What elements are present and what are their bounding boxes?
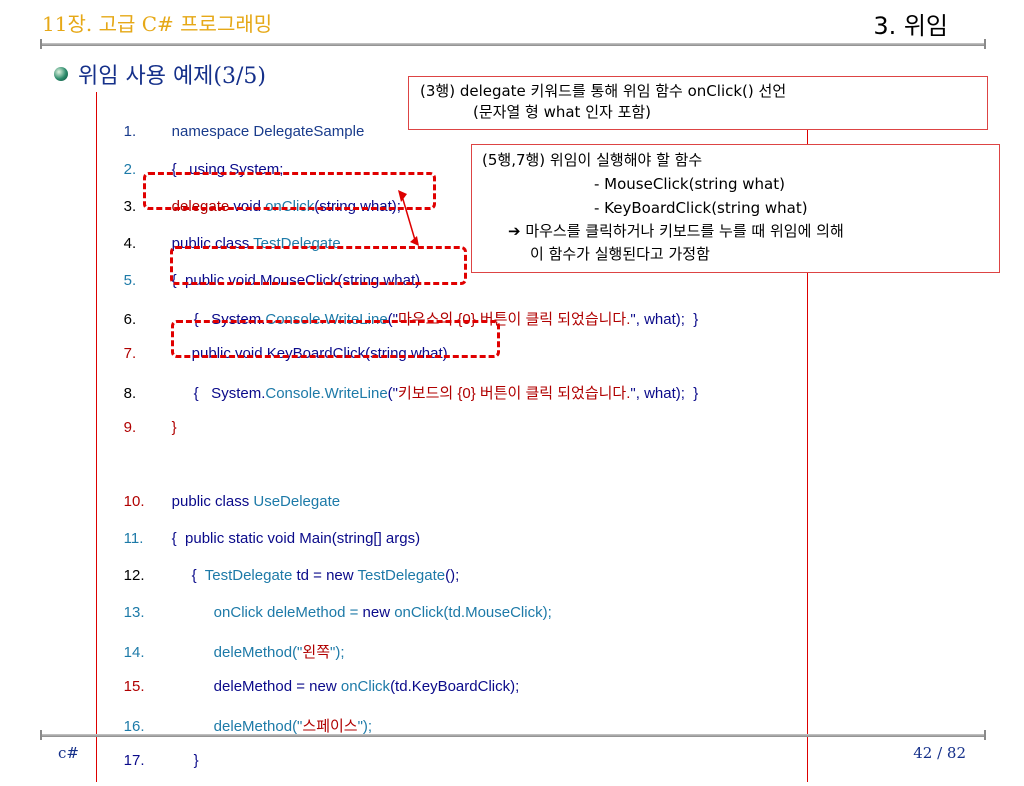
code-text: td = xyxy=(292,567,327,584)
line-number: 17. xyxy=(123,752,145,769)
identifier: TestDelegate xyxy=(204,567,293,584)
footer-course: c# xyxy=(58,744,79,762)
annotation-line: 이 함수가 실행된다고 가정함 xyxy=(530,245,710,263)
keyword: new xyxy=(362,604,391,621)
code-text: public class xyxy=(171,493,254,510)
code-line: 8. { System.Console.WriteLine("키보드의 {0} 버… xyxy=(107,365,699,420)
keyword: new xyxy=(309,678,337,695)
annotation-line: (5행,7행) 위임이 실행해야 할 함수 xyxy=(482,151,703,169)
line-number: 11. xyxy=(123,530,144,547)
arrow-connector xyxy=(398,190,419,246)
line-number: 10. xyxy=(123,493,145,510)
line-number: 6. xyxy=(123,311,137,328)
line-number: 16. xyxy=(123,718,145,735)
string-literal: 왼쪽 xyxy=(302,644,330,661)
code-text: (td.MouseClick); xyxy=(443,604,552,621)
string-literal: 키보드의 {0} 버튼이 클릭 되었습니다. xyxy=(398,385,631,402)
code-text: namespace DelegateSample xyxy=(171,123,365,140)
divider-tick-left xyxy=(40,730,42,740)
line-number: 7. xyxy=(123,345,137,362)
code-text: ", what); } xyxy=(630,385,699,402)
slide-subtitle: 위임 사용 예제(3/5) xyxy=(54,58,266,90)
section-title: 3. 위임 xyxy=(873,12,948,40)
code-text: deleMethod(" xyxy=(213,718,303,735)
annotation-line: - KeyBoardClick(string what) xyxy=(594,199,808,217)
identifier: UseDelegate xyxy=(253,493,341,510)
identifier: TestDelegate xyxy=(353,567,446,584)
code-text: } xyxy=(193,752,199,769)
annotation-line: ➔ 마우스를 클릭하거나 키보드를 누를 때 위임에 의해 xyxy=(508,222,844,240)
subtitle-text: 위임 사용 예제(3/5) xyxy=(78,64,266,89)
code-text: (); xyxy=(445,567,460,584)
code-text: deleMethod(" xyxy=(213,644,303,661)
line-number: 4. xyxy=(123,235,137,252)
line-number: 5. xyxy=(123,272,137,289)
code-text: (td.KeyBoardClick); xyxy=(390,678,520,695)
line-number: 14. xyxy=(123,644,145,661)
code-line: 9.} xyxy=(107,402,177,453)
chapter-title: 11장. 고급 C# 프로그래밍 xyxy=(42,12,273,36)
code-text: (" xyxy=(387,385,398,402)
code-text: { xyxy=(191,567,205,584)
code-text: "); xyxy=(357,718,373,735)
line-number: 12. xyxy=(123,567,145,584)
code-text: { System. xyxy=(193,385,266,402)
string-literal: 스페이스 xyxy=(302,718,358,735)
footer-divider xyxy=(40,734,986,737)
code-text: { public static void Main(string[] args) xyxy=(171,530,421,547)
divider-tick-right xyxy=(984,730,986,740)
line-number: 8. xyxy=(123,385,137,402)
code-text: ", what); } xyxy=(630,311,699,328)
annotation-line: - MouseClick(string what) xyxy=(594,175,785,193)
line-number: 15. xyxy=(123,678,145,695)
code-text: } xyxy=(171,419,177,436)
code-text: onClick deleMethod = xyxy=(213,604,363,621)
identifier: Console.WriteLine xyxy=(265,385,388,402)
keyword: new xyxy=(326,567,354,584)
divider-tick-right xyxy=(984,39,986,49)
annotation-box-functions: (5행,7행) 위임이 실행해야 할 함수 - MouseClick(strin… xyxy=(471,144,1000,273)
header-divider xyxy=(40,43,986,46)
annotation-box-delegate: (3행) delegate 키워드를 통해 위임 함수 onClick() 선언… xyxy=(408,76,988,130)
bullet-icon xyxy=(54,67,68,81)
highlight-delegate-decl xyxy=(143,172,436,210)
code-text: "); xyxy=(330,644,345,661)
divider-tick-left xyxy=(40,39,42,49)
highlight-keyboardclick xyxy=(171,320,500,358)
code-line: 17.} xyxy=(107,735,199,786)
annotation-line: (문자열 형 what 인자 포함) xyxy=(473,103,652,121)
highlight-mouseclick xyxy=(170,246,467,285)
line-number: 1. xyxy=(123,123,137,140)
line-number: 13. xyxy=(123,604,145,621)
identifier: onClick xyxy=(390,604,444,621)
page-number: 42 / 82 xyxy=(913,744,966,762)
line-number: 9. xyxy=(123,419,137,436)
identifier: onClick xyxy=(336,678,391,695)
annotation-line: (3행) delegate 키워드를 통해 위임 함수 onClick() 선언 xyxy=(420,82,787,100)
code-text: deleMethod = xyxy=(213,678,310,695)
